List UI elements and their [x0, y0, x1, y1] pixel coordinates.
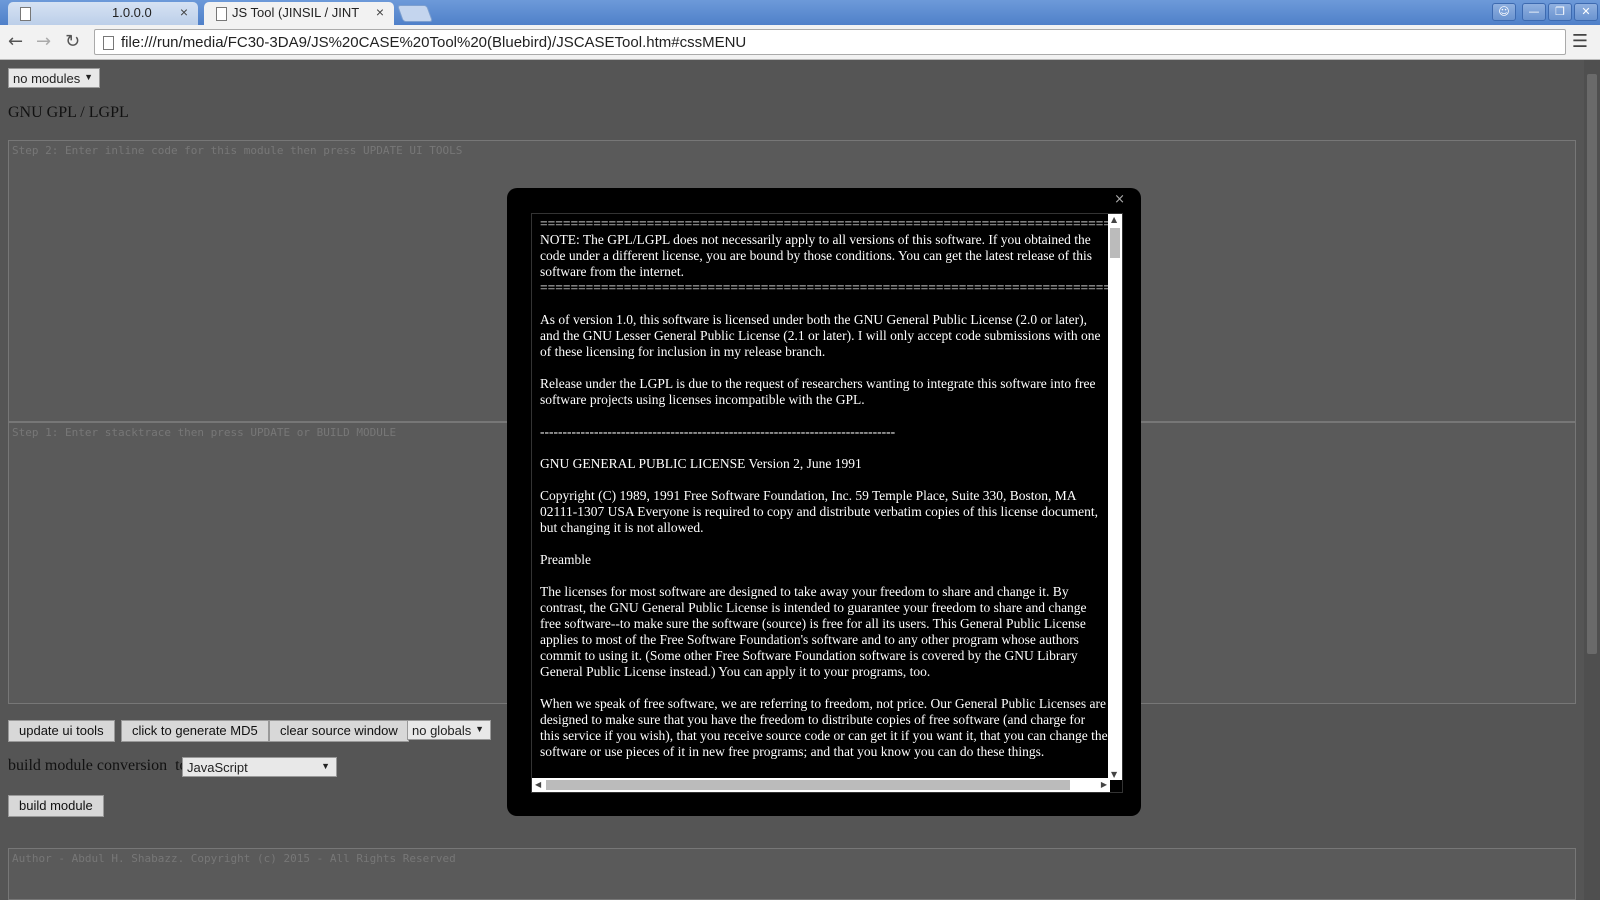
clear-source-button[interactable]: clear source window: [269, 720, 409, 742]
license-vertical-thumb[interactable]: [1110, 228, 1120, 258]
document-icon: [216, 7, 227, 21]
address-bar[interactable]: file:///run/media/FC30-3DA9/JS%20CASE%20…: [94, 29, 1566, 55]
license-paragraph: When we speak of free software, we are r…: [540, 696, 1108, 759]
footer-textarea[interactable]: Author - Abdul H. Shabazz. Copyright (c)…: [8, 848, 1576, 900]
scroll-down-arrow-icon[interactable]: ▼: [1111, 770, 1117, 779]
modules-select-value: no modules: [13, 71, 81, 86]
scroll-left-arrow-icon[interactable]: ◀: [535, 780, 541, 789]
update-ui-tools-button[interactable]: update ui tools: [8, 720, 115, 742]
reload-icon[interactable]: ↻: [65, 31, 80, 52]
scroll-up-arrow-icon[interactable]: ▲: [1111, 215, 1117, 224]
license-horizontal-scrollbar[interactable]: ◀ ▶: [532, 778, 1110, 792]
gpl-title: GNU GENERAL PUBLIC LICENSE Version 2, Ju…: [540, 456, 862, 471]
dropdown-arrow-icon: ▼: [321, 761, 330, 771]
document-icon: [20, 7, 31, 21]
license-horizontal-thumb[interactable]: [546, 780, 1070, 790]
license-heading[interactable]: GNU GPL / LGPL: [8, 104, 129, 122]
license-paragraph: Release under the LGPL is due to the req…: [540, 376, 1099, 407]
modal-close-icon[interactable]: ×: [1114, 192, 1125, 207]
license-scroll-area[interactable]: ========================================…: [531, 213, 1123, 793]
forward-arrow-icon[interactable]: →: [36, 31, 51, 52]
tab-strip: 1.0.0.0 × JS Tool (JINSIL / JINT × ☺ — ❐…: [0, 0, 1600, 25]
close-tab-icon[interactable]: ×: [376, 4, 384, 20]
close-window-icon[interactable]: ✕: [1574, 3, 1598, 21]
tab-label: JS Tool (JINSIL / JINT: [232, 5, 360, 20]
restore-icon[interactable]: ❐: [1548, 3, 1572, 21]
generate-md5-button[interactable]: click to generate MD5: [121, 720, 269, 742]
tab-active[interactable]: JS Tool (JINSIL / JINT ×: [204, 2, 394, 25]
hamburger-menu-icon[interactable]: ☰: [1572, 31, 1588, 52]
rule-equals: ========================================…: [540, 216, 1108, 231]
person-icon[interactable]: ☺: [1492, 3, 1516, 21]
preamble-heading: Preamble: [540, 552, 591, 567]
license-text: ========================================…: [540, 216, 1108, 776]
globals-select-value: no globals: [412, 723, 472, 738]
minimize-icon[interactable]: —: [1522, 3, 1546, 21]
modules-select[interactable]: no modules ▼: [8, 68, 100, 88]
tab-inactive[interactable]: 1.0.0.0 ×: [8, 2, 198, 25]
build-module-button[interactable]: build module: [8, 795, 104, 817]
close-tab-icon[interactable]: ×: [180, 4, 188, 20]
rule-dashes: ----------------------------------------…: [540, 424, 896, 439]
license-modal: × ======================================…: [507, 188, 1141, 816]
dropdown-arrow-icon: ▼: [475, 724, 484, 734]
license-paragraph: Copyright (C) 1989, 1991 Free Software F…: [540, 488, 1102, 535]
license-vertical-scrollbar[interactable]: ▲ ▼: [1108, 214, 1122, 780]
url-text[interactable]: file:///run/media/FC30-3DA9/JS%20CASE%20…: [121, 34, 746, 51]
browser-toolbar: ← → ↻ file:///run/media/FC30-3DA9/JS%20C…: [0, 25, 1600, 60]
license-note: NOTE: The GPL/LGPL does not necessarily …: [540, 232, 1096, 279]
new-tab-button[interactable]: [396, 5, 434, 22]
conversion-select[interactable]: JavaScript ▼: [182, 757, 337, 777]
globals-select[interactable]: no globals ▼: [407, 720, 491, 740]
dropdown-arrow-icon: ▼: [84, 72, 93, 82]
conversion-select-value: JavaScript: [187, 760, 248, 775]
page-icon: [103, 36, 114, 50]
license-paragraph: As of version 1.0, this software is lice…: [540, 312, 1104, 359]
back-arrow-icon[interactable]: ←: [8, 31, 23, 52]
tab-label: 1.0.0.0: [112, 5, 152, 20]
page-scrollbar-thumb[interactable]: [1587, 74, 1597, 654]
rule-equals: ========================================…: [540, 280, 1108, 295]
scroll-right-arrow-icon[interactable]: ▶: [1101, 780, 1107, 789]
page-scrollbar[interactable]: [1584, 60, 1600, 900]
conversion-label: build module conversion to: [8, 757, 188, 774]
license-paragraph: The licenses for most software are desig…: [540, 584, 1090, 679]
